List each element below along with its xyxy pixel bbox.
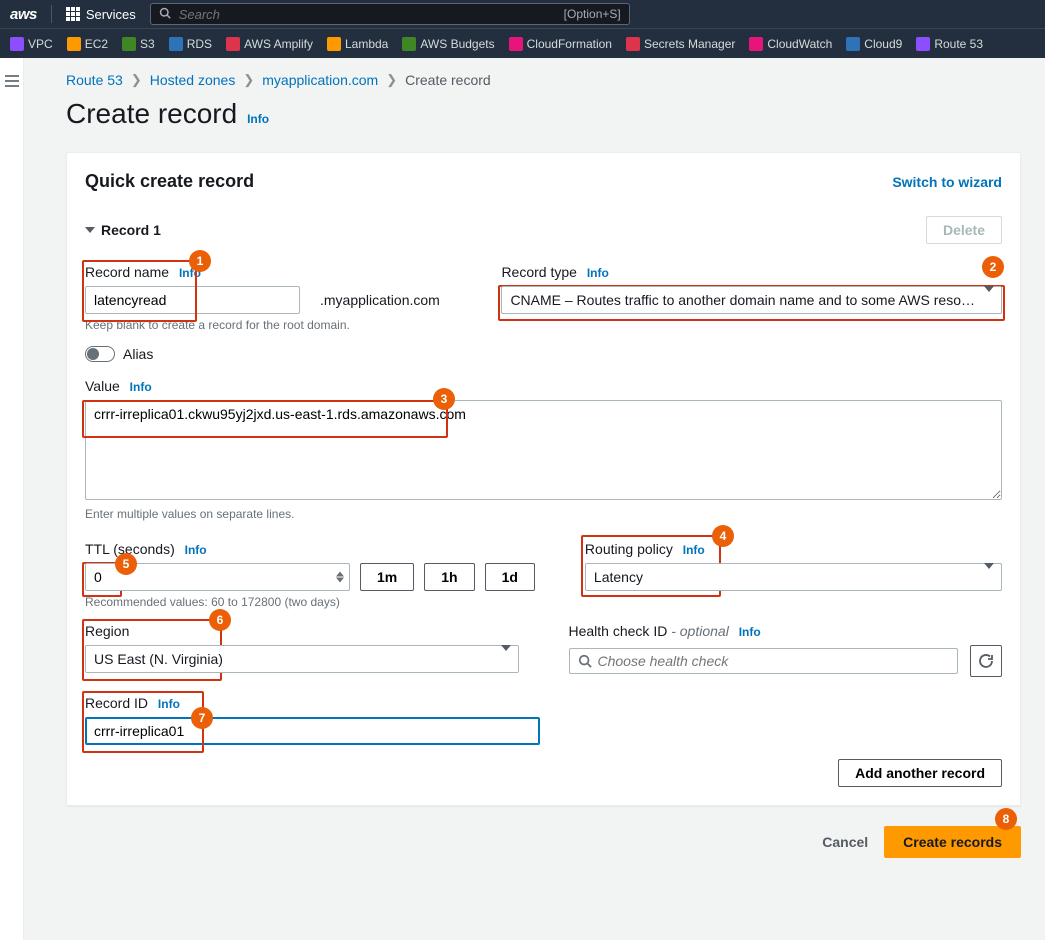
page-header: Create record Info bbox=[66, 98, 1021, 130]
global-top-bar: aws Services [Option+S] bbox=[0, 0, 1045, 28]
service-nav-item[interactable]: AWS Amplify bbox=[226, 37, 313, 51]
bento-icon bbox=[66, 7, 80, 21]
value-info[interactable]: Info bbox=[130, 380, 152, 394]
breadcrumb-hosted-zones[interactable]: Hosted zones bbox=[150, 72, 236, 88]
service-nav-item[interactable]: CloudWatch bbox=[749, 37, 832, 51]
service-icon bbox=[626, 37, 640, 51]
step-badge-6: 6 bbox=[209, 609, 231, 631]
breadcrumb-route53[interactable]: Route 53 bbox=[66, 72, 123, 88]
chevron-right-icon: ❯ bbox=[131, 72, 142, 88]
step-badge-5: 5 bbox=[115, 553, 137, 575]
service-nav-item[interactable]: VPC bbox=[10, 37, 53, 51]
service-icon bbox=[916, 37, 930, 51]
service-icon bbox=[749, 37, 763, 51]
record-name-input[interactable] bbox=[85, 286, 300, 314]
service-nav-item[interactable]: RDS bbox=[169, 37, 212, 51]
cancel-button[interactable]: Cancel bbox=[822, 834, 868, 850]
ttl-preset-1m[interactable]: 1m bbox=[360, 563, 414, 591]
sidebar-toggle[interactable] bbox=[0, 58, 24, 940]
service-icon bbox=[402, 37, 416, 51]
routing-policy-info[interactable]: Info bbox=[683, 543, 705, 557]
record-1-toggle[interactable]: Record 1 bbox=[85, 222, 161, 238]
global-search-input[interactable] bbox=[179, 7, 556, 22]
alias-toggle[interactable] bbox=[85, 346, 115, 362]
value-hint: Enter multiple values on separate lines. bbox=[85, 507, 1002, 521]
page-title-info[interactable]: Info bbox=[247, 112, 269, 126]
health-check-label: Health check ID - optional Info bbox=[569, 623, 1003, 639]
aws-logo[interactable]: aws bbox=[10, 6, 37, 23]
page-title: Create record bbox=[66, 98, 237, 129]
service-icon bbox=[122, 37, 136, 51]
delete-record-button[interactable]: Delete bbox=[926, 216, 1002, 244]
service-icon bbox=[67, 37, 81, 51]
alias-label: Alias bbox=[123, 346, 153, 362]
value-textarea[interactable]: crrr-irreplica01.ckwu95yj2jxd.us-east-1.… bbox=[85, 400, 1002, 500]
caret-down-icon bbox=[85, 227, 95, 233]
service-icon bbox=[509, 37, 523, 51]
ttl-info[interactable]: Info bbox=[185, 543, 207, 557]
service-icon bbox=[327, 37, 341, 51]
health-check-info[interactable]: Info bbox=[739, 625, 761, 639]
step-badge-7: 7 bbox=[191, 707, 213, 729]
create-records-button[interactable]: Create records bbox=[884, 826, 1021, 858]
service-icon bbox=[169, 37, 183, 51]
refresh-icon bbox=[978, 653, 994, 669]
add-another-record-button[interactable]: Add another record bbox=[838, 759, 1002, 787]
panel-title: Quick create record bbox=[85, 171, 254, 192]
step-badge-8: 8 bbox=[995, 808, 1017, 830]
routing-policy-label: Routing policy Info bbox=[585, 541, 1002, 557]
record-type-info[interactable]: Info bbox=[587, 266, 609, 280]
service-nav-item[interactable]: Route 53 bbox=[916, 37, 983, 51]
ttl-preset-1h[interactable]: 1h bbox=[424, 563, 474, 591]
record-id-label: Record ID Info bbox=[85, 695, 1002, 711]
service-icon bbox=[226, 37, 240, 51]
step-badge-1: 1 bbox=[189, 250, 211, 272]
region-label: Region bbox=[85, 623, 519, 639]
step-badge-3: 3 bbox=[433, 388, 455, 410]
service-nav-item[interactable]: Lambda bbox=[327, 37, 388, 51]
service-nav-item[interactable]: AWS Budgets bbox=[402, 37, 494, 51]
services-menu[interactable]: Services bbox=[66, 7, 136, 22]
record-type-select[interactable]: CNAME – Routes traffic to another domain… bbox=[501, 286, 1002, 314]
record-id-input[interactable] bbox=[85, 717, 540, 745]
step-badge-2: 2 bbox=[982, 256, 1004, 278]
health-check-select[interactable] bbox=[569, 648, 959, 674]
divider bbox=[51, 5, 52, 23]
step-badge-4: 4 bbox=[712, 525, 734, 547]
switch-to-wizard[interactable]: Switch to wizard bbox=[892, 174, 1002, 190]
refresh-health-checks-button[interactable] bbox=[970, 645, 1002, 677]
ttl-preset-1d[interactable]: 1d bbox=[485, 563, 535, 591]
quick-create-panel: Quick create record Switch to wizard Rec… bbox=[66, 152, 1021, 806]
ttl-hint: Recommended values: 60 to 172800 (two da… bbox=[85, 595, 535, 609]
region-select[interactable]: US East (N. Virginia) bbox=[85, 645, 519, 673]
health-check-input[interactable] bbox=[598, 653, 950, 669]
breadcrumb-current: Create record bbox=[405, 72, 491, 88]
global-search[interactable]: [Option+S] bbox=[150, 3, 630, 25]
service-nav: VPC EC2 S3 RDS AWS Amplify Lambda AWS Budgets C… bbox=[0, 28, 1045, 58]
breadcrumb: Route 53 ❯ Hosted zones ❯ myapplication.… bbox=[66, 72, 1021, 88]
search-shortcut: [Option+S] bbox=[564, 7, 621, 21]
service-nav-item[interactable]: Cloud9 bbox=[846, 37, 902, 51]
service-nav-item[interactable]: Secrets Manager bbox=[626, 37, 735, 51]
chevron-right-icon: ❯ bbox=[243, 72, 254, 88]
chevron-right-icon: ❯ bbox=[386, 72, 397, 88]
record-name-suffix: .myapplication.com bbox=[300, 292, 440, 308]
breadcrumb-domain[interactable]: myapplication.com bbox=[262, 72, 378, 88]
service-nav-item[interactable]: EC2 bbox=[67, 37, 108, 51]
ttl-label: TTL (seconds) Info bbox=[85, 541, 535, 557]
service-nav-item[interactable]: S3 bbox=[122, 37, 155, 51]
record-name-label: Record name Info bbox=[85, 264, 451, 280]
value-label: Value Info bbox=[85, 378, 1002, 394]
service-icon bbox=[10, 37, 24, 51]
service-icon bbox=[846, 37, 860, 51]
routing-policy-select[interactable]: Latency bbox=[585, 563, 1002, 591]
search-icon bbox=[159, 7, 171, 22]
record-id-info[interactable]: Info bbox=[158, 697, 180, 711]
record-type-label: Record type Info bbox=[501, 264, 1002, 280]
record-name-hint: Keep blank to create a record for the ro… bbox=[85, 318, 451, 332]
service-nav-item[interactable]: CloudFormation bbox=[509, 37, 612, 51]
search-icon bbox=[578, 654, 592, 668]
